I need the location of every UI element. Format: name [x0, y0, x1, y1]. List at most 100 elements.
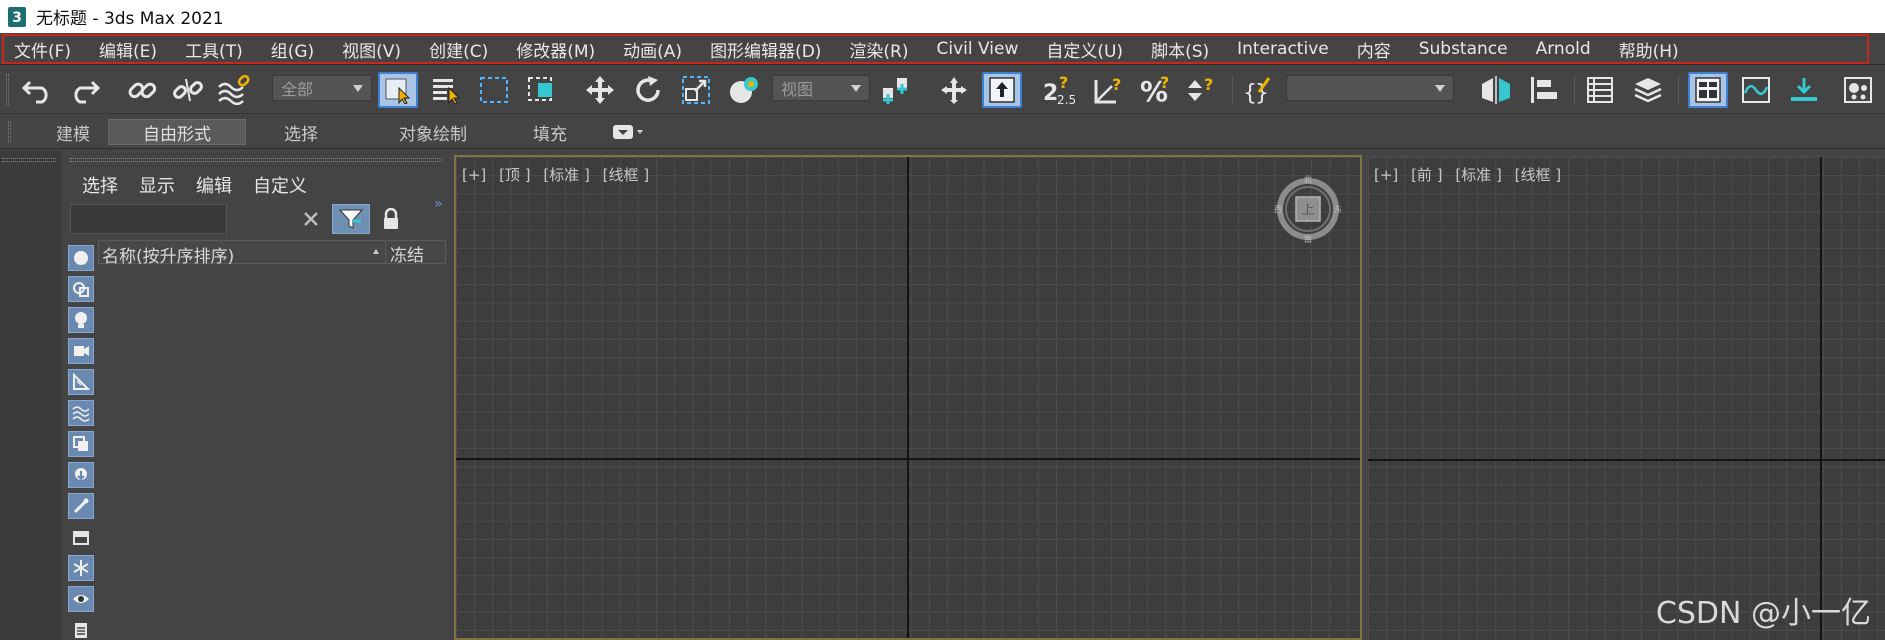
viewcube[interactable]: 上 北 南 东 西 [1274, 175, 1342, 244]
viewport-top[interactable]: [+] [顶 ] [标准 ] [线框 ] 上 北 南 东 西 [454, 155, 1362, 640]
select-and-scale-icon[interactable] [676, 72, 716, 108]
title-bar: 3 无标题 - 3ds Max 2021 [0, 0, 1885, 33]
ribbon-grip[interactable] [8, 121, 11, 143]
filter-icon[interactable] [332, 204, 370, 234]
explorer-menu-customize[interactable]: 自定义 [253, 172, 307, 198]
column-name[interactable]: 名称(按升序排序) [102, 242, 234, 267]
menu-animation[interactable]: 动画(A) [623, 37, 682, 62]
edit-named-selection-sets-icon[interactable]: {} [1238, 72, 1278, 108]
viewport-menu-plus[interactable]: [+] [1374, 166, 1398, 184]
curve-editor-icon[interactable] [1736, 72, 1776, 108]
bind-to-space-warp-icon[interactable] [214, 72, 254, 108]
menu-scripting[interactable]: 脚本(S) [1151, 37, 1209, 62]
panel-grip[interactable] [2, 158, 56, 162]
frozen-snowflake-icon[interactable] [68, 555, 94, 581]
tab-modeling[interactable]: 建模 [40, 119, 106, 145]
xrefs-icon[interactable] [68, 462, 94, 488]
angle-snap-toggle-icon[interactable]: ? [1090, 72, 1130, 108]
selection-filter-value: 全部 [281, 80, 314, 99]
viewport-view-name[interactable]: [前 ] [1411, 166, 1442, 184]
menu-arnold[interactable]: Arnold [1536, 39, 1591, 59]
display-filter-icons [68, 245, 94, 640]
menu-customize[interactable]: 自定义(U) [1046, 37, 1123, 62]
select-object-button[interactable] [378, 72, 418, 108]
percent-snap-toggle-icon[interactable]: %? [1136, 72, 1176, 108]
toggle-layer-explorer-icon[interactable] [1628, 72, 1668, 108]
undo-icon[interactable] [18, 72, 58, 108]
camera-icon[interactable] [68, 338, 94, 364]
viewport-display-mode[interactable]: [线框 ] [603, 166, 649, 184]
space-warps-icon[interactable] [68, 400, 94, 426]
keyboard-shortcut-override-button[interactable] [982, 72, 1022, 108]
bones-icon[interactable] [68, 493, 94, 519]
explorer-menu-edit[interactable]: 编辑 [196, 172, 232, 198]
window-crossing-icon[interactable] [522, 72, 562, 108]
material-editor-icon[interactable] [1838, 72, 1878, 108]
menu-modifiers[interactable]: 修改器(M) [516, 37, 595, 62]
toggle-ribbon-button[interactable] [1688, 72, 1728, 108]
window-title: 无标题 - 3ds Max 2021 [36, 9, 224, 29]
explorer-menu-select[interactable]: 选择 [82, 172, 118, 198]
menu-views[interactable]: 视图(V) [342, 37, 401, 62]
named-selection-sets-dropdown[interactable] [1286, 75, 1454, 101]
tab-freeform[interactable]: 自由形式 [108, 119, 246, 145]
menu-tools[interactable]: 工具(T) [185, 37, 243, 62]
snaps-toggle-icon[interactable]: 2 2.5 ? [1040, 72, 1080, 108]
ribbon-options-menu[interactable] [612, 123, 646, 141]
tab-selection[interactable]: 选择 [262, 119, 340, 145]
select-and-manipulate-icon[interactable] [934, 72, 974, 108]
document-icon[interactable] [68, 617, 94, 640]
column-freeze[interactable]: 冻结 [385, 241, 424, 266]
select-and-place-icon[interactable] [724, 72, 764, 108]
viewport-shading-mode[interactable]: [标准 ] [1455, 166, 1501, 184]
viewport-shading-mode[interactable]: [标准 ] [543, 166, 589, 184]
viewport-display-mode[interactable]: [线框 ] [1515, 166, 1561, 184]
unlink-selection-icon[interactable] [168, 72, 208, 108]
select-and-rotate-icon[interactable] [628, 72, 668, 108]
viewport-menu-plus[interactable]: [+] [462, 166, 486, 184]
eye-icon[interactable] [68, 586, 94, 612]
spinner-snap-toggle-icon[interactable]: ? [1182, 72, 1222, 108]
scene-explorer-search-input[interactable] [70, 204, 227, 234]
menu-interactive[interactable]: Interactive [1237, 39, 1329, 59]
tab-populate[interactable]: 填充 [520, 119, 580, 145]
shapes-icon[interactable] [68, 276, 94, 302]
menu-substance[interactable]: Substance [1419, 39, 1508, 59]
containers-icon[interactable] [68, 524, 94, 550]
menu-content[interactable]: 内容 [1357, 37, 1391, 62]
mirror-icon[interactable] [1476, 72, 1516, 108]
rectangular-selection-region-icon[interactable] [474, 72, 514, 108]
menu-graph-editors[interactable]: 图形编辑器(D) [710, 37, 821, 62]
select-and-link-icon[interactable] [122, 72, 162, 108]
menu-group[interactable]: 组(G) [271, 37, 314, 62]
redo-icon[interactable] [64, 72, 104, 108]
explorer-menu-display[interactable]: 显示 [139, 172, 175, 198]
3dsmax-logo-icon[interactable]: 3 [6, 5, 28, 29]
expand-toolbar-icon[interactable]: » [434, 196, 443, 212]
light-bulb-icon[interactable] [68, 307, 94, 333]
menu-file[interactable]: 文件(F) [14, 37, 71, 62]
clear-search-icon[interactable] [300, 208, 322, 230]
select-by-name-icon[interactable] [426, 72, 466, 108]
menu-help[interactable]: 帮助(H) [1619, 37, 1679, 62]
viewport-front[interactable]: [+] [前 ] [标准 ] [线框 ] [1366, 155, 1885, 640]
viewport-view-name[interactable]: [顶 ] [499, 166, 530, 184]
helpers-icon[interactable] [68, 369, 94, 395]
groups-icon[interactable] [68, 431, 94, 457]
align-icon[interactable] [1524, 72, 1564, 108]
use-pivot-point-center-icon[interactable] [876, 72, 916, 108]
selection-filter-dropdown[interactable]: 全部 [272, 75, 372, 101]
menu-rendering[interactable]: 渲染(R) [849, 37, 908, 62]
sphere-icon[interactable] [68, 245, 94, 271]
reference-coordinate-dropdown[interactable]: 视图 [772, 75, 870, 101]
scene-explorer-grip[interactable] [70, 158, 442, 162]
toolbar-grip[interactable] [6, 74, 9, 106]
menu-edit[interactable]: 编辑(E) [99, 37, 157, 62]
tab-object-paint[interactable]: 对象绘制 [376, 119, 490, 145]
dope-sheet-icon[interactable] [1784, 72, 1824, 108]
lock-icon[interactable] [378, 206, 404, 232]
select-and-move-icon[interactable] [580, 72, 620, 108]
menu-civil-view[interactable]: Civil View [937, 39, 1019, 59]
toggle-scene-explorer-icon[interactable] [1580, 72, 1620, 108]
menu-create[interactable]: 创建(C) [429, 37, 488, 62]
